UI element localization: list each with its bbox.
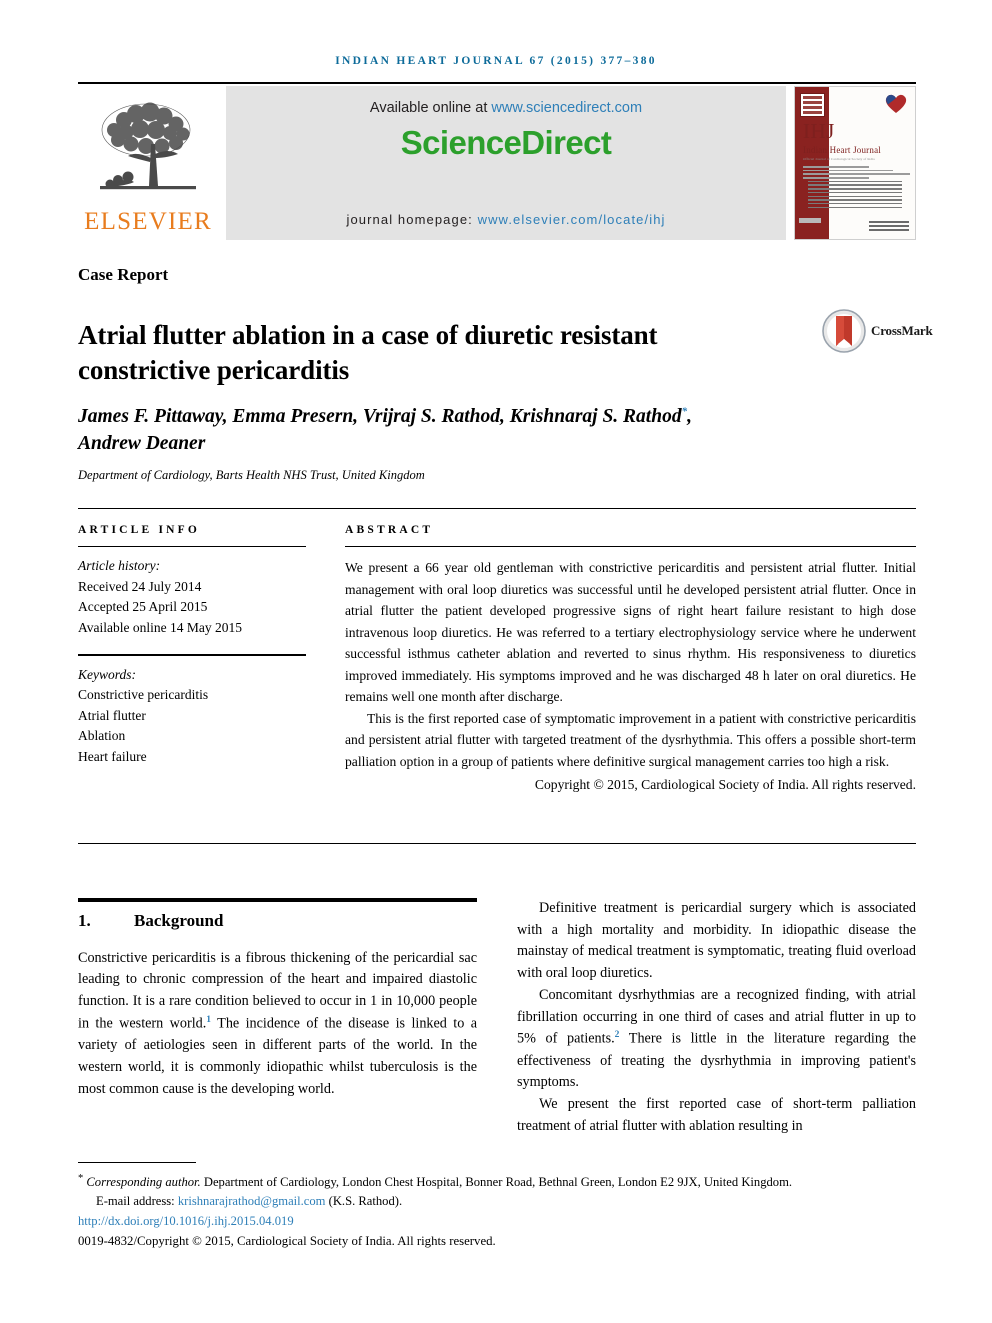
section-heading: 1. Background — [78, 911, 477, 931]
article-type: Case Report — [78, 265, 169, 284]
cover-initials: IHJ — [803, 119, 835, 143]
info-band-top-rule — [78, 508, 916, 509]
article-accepted-date: Accepted 25 April 2015 — [78, 599, 208, 615]
article-info-section: ARTICLE INFO Article history: Received 2… — [78, 524, 306, 767]
corresponding-author-marker[interactable]: * — [682, 406, 688, 418]
email-label: E-mail address: — [96, 1194, 178, 1209]
affiliation: Department of Cardiology, Barts Health N… — [78, 468, 425, 482]
info-band-bottom-rule — [78, 843, 916, 844]
available-online-line: Available online at www.sciencedirect.co… — [226, 100, 786, 116]
article-received-date: Received 24 July 2014 — [78, 578, 202, 594]
body-paragraph: Concomitant dysrhythmias are a recognize… — [517, 985, 916, 1094]
section-number: 1. — [78, 910, 91, 930]
corresponding-author-address: Department of Cardiology, London Chest H… — [200, 1175, 793, 1190]
corresponding-author-note: * Corresponding author. Department of Ca… — [78, 1171, 916, 1192]
authors-line-2: Andrew Deaner — [78, 432, 206, 454]
abstract-rule — [345, 546, 916, 548]
abstract-copyright: Copyright © 2015, Cardiological Society … — [534, 777, 916, 793]
authors-line-1: James F. Pittaway, Emma Presern, Vrijraj… — [78, 406, 682, 427]
available-online-prefix: Available online at — [369, 100, 492, 116]
body-column-right: Definitive treatment is pericardial surg… — [517, 898, 916, 1138]
abstract-section: ABSTRACT We present a 66 year old gentle… — [345, 524, 916, 796]
cardiological-society-heart-icon — [885, 94, 907, 113]
body-paragraph: Definitive treatment is pericardial surg… — [517, 900, 916, 982]
masthead: ELSEVIER Available online at www.science… — [78, 82, 916, 240]
email-link[interactable]: krishnarajrathod@gmail.com — [178, 1194, 326, 1208]
body-paragraph: We present the first reported case of sh… — [517, 1096, 916, 1134]
corresponding-author-label: Corresponding author. — [86, 1175, 201, 1190]
cover-tagline: Official Journal of Cardiological Societ… — [803, 157, 875, 161]
article-page: Indian Heart Journal 67 (2015) 377–380 — [0, 0, 992, 1323]
cover-footer-mark-secondary — [799, 229, 815, 234]
keyword-item: Heart failure — [78, 748, 147, 764]
cover-contents-lines — [803, 166, 910, 210]
section-top-rule — [78, 898, 477, 902]
footnote-section: * Corresponding author. Department of Ca… — [78, 1162, 916, 1251]
abstract-body: We present a 66 year old gentleman with … — [345, 557, 916, 795]
section-title-text: Background — [134, 910, 224, 930]
author-list: James F. Pittaway, Emma Presern, Vrijraj… — [78, 405, 692, 454]
elsevier-tree-icon — [100, 102, 196, 190]
cover-footer-mark — [799, 218, 821, 223]
article-info-rule — [78, 546, 306, 548]
abstract-heading: ABSTRACT — [345, 524, 434, 536]
running-head: Indian Heart Journal 67 (2015) 377–380 — [335, 55, 657, 67]
body-columns: 1. Background Constrictive pericarditis … — [78, 898, 916, 1134]
footnote-marker: * — [78, 1173, 84, 1185]
masthead-top-rule — [78, 82, 916, 84]
journal-cover-thumbnail: IHJ Indian Heart Journal Official Journa… — [794, 86, 916, 240]
footnote-rule — [78, 1162, 196, 1164]
keyword-item: Atrial flutter — [78, 707, 146, 723]
body-column-left: 1. Background Constrictive pericarditis … — [78, 898, 477, 1100]
elsevier-logo: ELSEVIER — [78, 86, 218, 240]
abstract-paragraph: This is the first reported case of sympt… — [345, 710, 916, 769]
elsevier-wordmark: ELSEVIER — [84, 208, 212, 235]
cover-mini-image — [800, 93, 825, 117]
body-paragraph: Constrictive pericarditis is a fibrous t… — [78, 948, 477, 1101]
page-title: Atrial flutter ablation in a case of diu… — [78, 320, 658, 385]
crossmark-label: CrossMark — [871, 323, 933, 338]
journal-homepage-line: journal homepage: www.elsevier.com/locat… — [226, 212, 786, 227]
article-info-separator — [78, 654, 306, 656]
email-note: E-mail address: krishnarajrathod@gmail.c… — [78, 1192, 916, 1211]
sciencedirect-banner: Available online at www.sciencedirect.co… — [226, 86, 786, 240]
article-available-online-date: Available online 14 May 2015 — [78, 619, 242, 635]
sciencedirect-logo: ScienceDirect — [400, 124, 612, 161]
crossmark-icon — [822, 309, 866, 353]
article-history-block: Article history: Received 24 July 2014 A… — [78, 556, 306, 638]
journal-homepage-prefix: journal homepage: — [346, 212, 478, 227]
keyword-item: Constrictive pericarditis — [78, 687, 209, 703]
crossmark-badge[interactable]: CrossMark — [822, 307, 933, 355]
keyword-item: Ablation — [78, 728, 126, 744]
sciencedirect-url[interactable]: www.sciencedirect.com — [491, 100, 642, 116]
abstract-paragraph: We present a 66 year old gentleman with … — [345, 560, 916, 705]
keywords-block: Keywords: Constrictive pericarditis Atri… — [78, 665, 306, 768]
issn-copyright-line: 0019-4832/Copyright © 2015, Cardiologica… — [78, 1234, 496, 1249]
email-attribution: (K.S. Rathod). — [325, 1194, 403, 1209]
cover-publisher-mark — [869, 221, 909, 231]
article-history-label: Article history: — [78, 558, 161, 574]
journal-homepage-url[interactable]: www.elsevier.com/locate/ihj — [478, 212, 666, 227]
cover-journal-name: Indian Heart Journal — [803, 145, 881, 155]
keywords-label: Keywords: — [78, 666, 136, 682]
article-info-heading: ARTICLE INFO — [78, 524, 201, 536]
doi-link[interactable]: http://dx.doi.org/10.1016/j.ihj.2015.04.… — [78, 1212, 916, 1231]
